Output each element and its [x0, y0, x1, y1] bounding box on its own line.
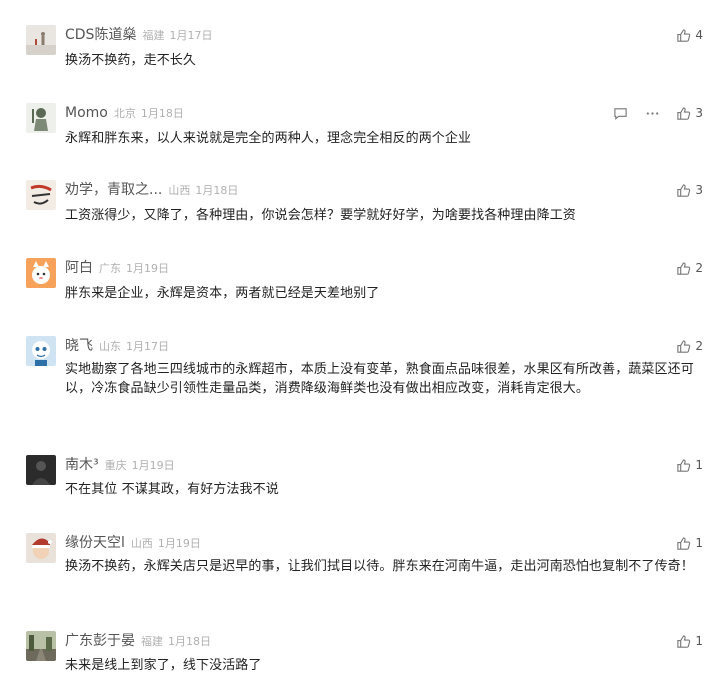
thumbs-up-icon [676, 458, 691, 473]
like-count: 1 [695, 536, 703, 550]
street-photo-avatar [26, 631, 56, 661]
like-count: 3 [695, 183, 703, 197]
comment-item: 广东彭于晏 福建 1月18日 未来是线上到家了，线下没活路了 1 [0, 631, 717, 681]
username[interactable]: 广东彭于晏 [65, 631, 135, 651]
comment-actions: 3 [612, 103, 703, 123]
person-standing-avatar [26, 25, 56, 55]
date: 1月18日 [168, 635, 211, 648]
like-button[interactable]: 2 [676, 338, 703, 354]
like-button[interactable]: 3 [676, 105, 703, 121]
comment-meta: 阿白 广东 1月19日 [65, 258, 169, 278]
avatar[interactable] [26, 533, 56, 563]
comment-meta: Momo 北京 1月18日 [65, 103, 184, 123]
cat-face-avatar [26, 258, 56, 288]
date: 1月19日 [126, 262, 169, 275]
thumbs-up-icon [676, 634, 691, 649]
username[interactable]: Momo [65, 103, 108, 123]
like-count: 2 [695, 339, 703, 353]
thumbs-up-icon [676, 183, 691, 198]
dark-silhouette-avatar [26, 455, 56, 485]
comment-actions: 3 [676, 180, 703, 200]
avatar[interactable] [26, 103, 56, 133]
username[interactable]: 劝学，青取之... [65, 180, 162, 200]
comment-actions: 4 [676, 25, 703, 45]
comment-meta: 劝学，青取之... 山西 1月18日 [65, 180, 238, 200]
comment-list: CDS陈道燊 福建 1月17日 换汤不换药，走不长久 4 Momo 北京 1月1… [0, 0, 717, 691]
comment-actions: 1 [676, 533, 703, 553]
cartoon-avatar [26, 336, 56, 366]
thumbs-up-icon [676, 261, 691, 276]
comment-text: 实地勘察了各地三四线城市的永辉超市，本质上没有变革，熟食面点品味很差，水果区有所… [65, 362, 694, 396]
avatar[interactable] [26, 180, 56, 210]
thumbs-up-icon [676, 339, 691, 354]
comment-text: 未来是线上到家了，线下没活路了 [65, 658, 262, 673]
more-dots-icon[interactable] [644, 105, 660, 121]
comment-text: 不在其位 不谋其政，有好方法我不说 [65, 482, 279, 497]
comment-meta: 晓飞 山东 1月17日 [65, 336, 169, 356]
region: 广东 [99, 262, 121, 275]
comment-item: 劝学，青取之... 山西 1月18日 工资涨得少，又降了，各种理由，你说会怎样？… [0, 180, 717, 230]
region: 福建 [141, 635, 163, 648]
region: 重庆 [104, 459, 127, 472]
comment-meta: 南木³ 重庆 1月19日 [65, 455, 175, 475]
like-count: 2 [695, 261, 703, 275]
username[interactable]: 阿白 [65, 258, 93, 278]
date: 1月19日 [157, 537, 201, 550]
avatar[interactable] [26, 25, 56, 55]
like-count: 1 [695, 458, 703, 472]
reply-bubble-icon[interactable] [612, 105, 628, 121]
username[interactable]: 晓飞 [65, 336, 93, 356]
thumbs-up-icon [676, 28, 691, 43]
comment-actions: 1 [676, 455, 703, 475]
date: 1月18日 [140, 107, 184, 120]
region: 山西 [168, 184, 191, 197]
comment-text: 换汤不换药，永辉关店只是迟早的事，让我们拭目以待。胖东来在河南牛逼，走出河南恐怕… [65, 559, 694, 574]
date: 1月17日 [169, 29, 213, 42]
comment-item: 阿白 广东 1月19日 胖东来是企业，永辉是资本，两者就已经是天差地别了 2 [0, 258, 717, 308]
region: 山西 [130, 537, 153, 550]
thumbs-up-icon [676, 536, 691, 551]
region: 北京 [113, 107, 136, 120]
comment-actions: 1 [676, 631, 703, 651]
knight-avatar [26, 103, 56, 133]
username[interactable]: 缘份天空l [65, 533, 125, 553]
username[interactable]: 南木³ [65, 455, 99, 475]
like-button[interactable]: 1 [676, 535, 703, 551]
like-count: 1 [695, 634, 703, 648]
like-button[interactable]: 1 [676, 633, 703, 649]
comment-actions: 2 [676, 258, 703, 278]
comment-text: 永辉和胖东来，以人来说就是完全的两种人，理念完全相反的两个企业 [65, 131, 472, 146]
comment-item: 晓飞 山东 1月17日 实地勘察了各地三四线城市的永辉超市，本质上没有变革，熟食… [0, 336, 717, 426]
region: 山东 [99, 340, 121, 353]
comment-text: 换汤不换药，走不长久 [65, 53, 197, 68]
comment-item: 南木³ 重庆 1月19日 不在其位 不谋其政，有好方法我不说 1 [0, 455, 717, 505]
comment-text: 工资涨得少，又降了，各种理由，你说会怎样？要学就好好学，为啥要找各种理由降工资 [65, 208, 576, 223]
avatar[interactable] [26, 258, 56, 288]
comment-text: 胖东来是企业，永辉是资本，两者就已经是天差地别了 [65, 286, 380, 301]
date: 1月18日 [195, 184, 239, 197]
comment-item: 缘份天空l 山西 1月19日 换汤不换药，永辉关店只是迟早的事，让我们拭目以待。… [0, 533, 717, 603]
avatar[interactable] [26, 455, 56, 485]
comment-item: Momo 北京 1月18日 永辉和胖东来，以人来说就是完全的两种人，理念完全相反… [0, 103, 717, 153]
like-count: 4 [695, 28, 703, 42]
like-button[interactable]: 2 [676, 260, 703, 276]
like-button[interactable]: 3 [676, 182, 703, 198]
comment-meta: CDS陈道燊 福建 1月17日 [65, 25, 212, 45]
calligraphy-avatar [26, 180, 56, 210]
like-button[interactable]: 4 [676, 27, 703, 43]
comment-meta: 缘份天空l 山西 1月19日 [65, 533, 201, 553]
like-count: 3 [695, 106, 703, 120]
comment-item: CDS陈道燊 福建 1月17日 换汤不换药，走不长久 4 [0, 25, 717, 75]
comment-meta: 广东彭于晏 福建 1月18日 [65, 631, 211, 651]
santa-hat-avatar [26, 533, 56, 563]
like-button[interactable]: 1 [676, 457, 703, 473]
avatar[interactable] [26, 631, 56, 661]
comment-actions: 2 [676, 336, 703, 356]
date: 1月17日 [126, 340, 169, 353]
username[interactable]: CDS陈道燊 [65, 25, 136, 45]
avatar[interactable] [26, 336, 56, 366]
thumbs-up-icon [676, 106, 691, 121]
date: 1月19日 [131, 459, 175, 472]
region: 福建 [142, 29, 165, 42]
